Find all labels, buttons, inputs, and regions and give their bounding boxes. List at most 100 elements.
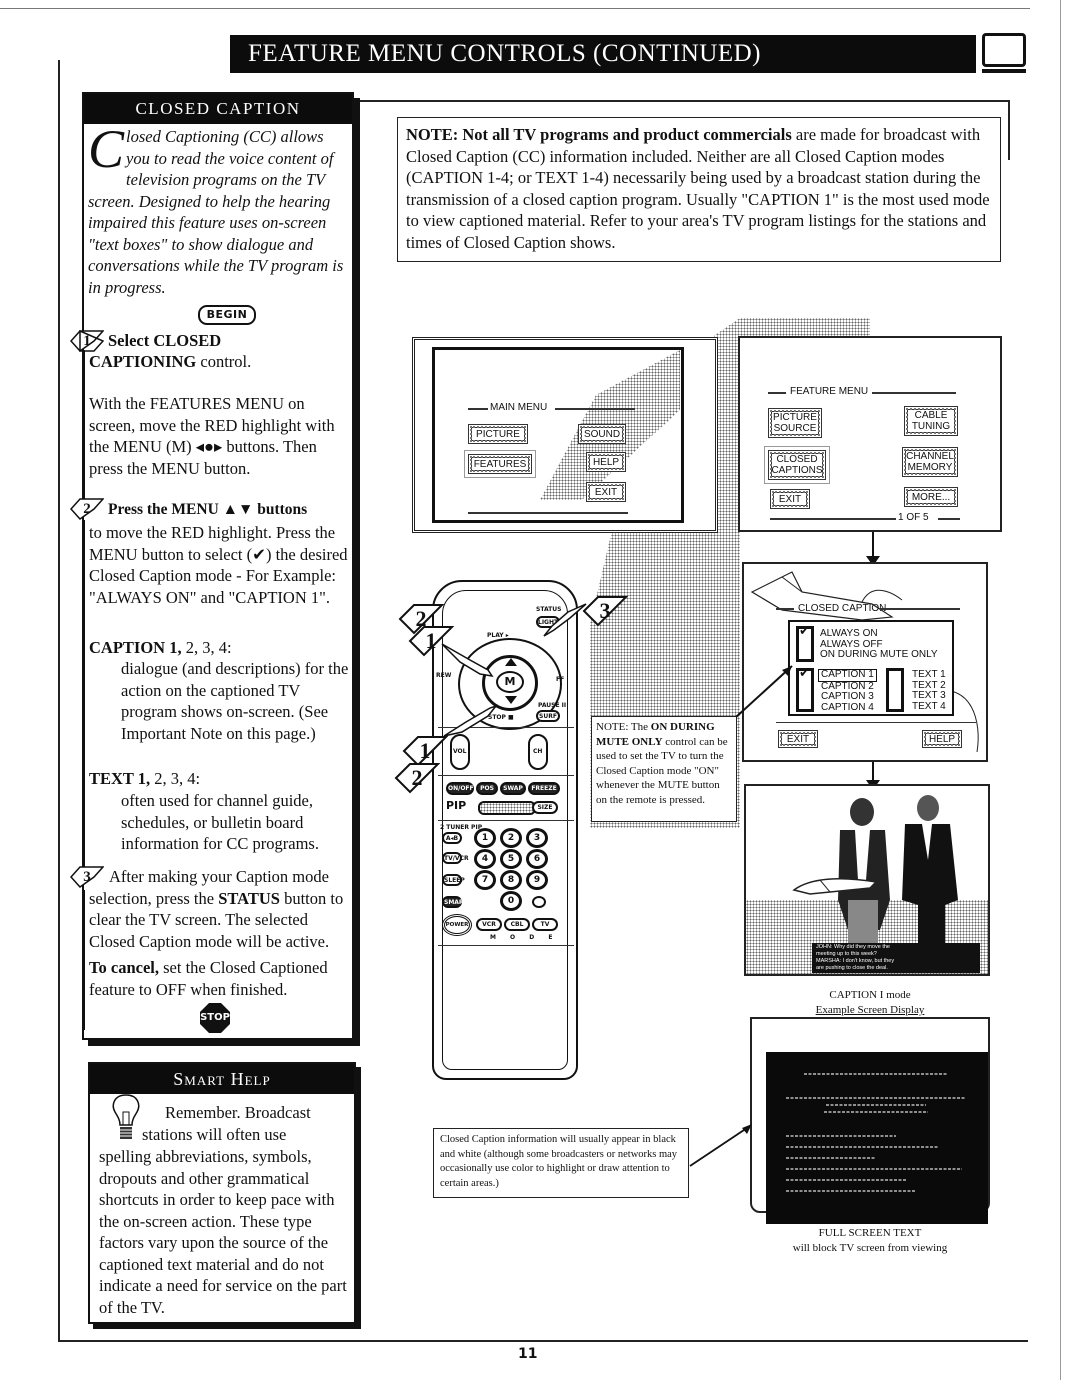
caption-text-box: JOHN: Why did they move the meeting up t… <box>812 943 980 973</box>
option-always-on[interactable]: ALWAYS ON <box>820 628 938 640</box>
pip-size-button[interactable]: SIZE <box>532 801 558 814</box>
pip-slider[interactable] <box>478 801 536 815</box>
extra-round-button[interactable] <box>532 896 546 908</box>
digit-6-button[interactable]: 6 <box>526 849 548 869</box>
intro-text: losed Captioning (CC) allows you to read… <box>88 127 344 297</box>
arrow-down-icon[interactable] <box>505 696 517 704</box>
menu-m-button[interactable]: M <box>496 671 524 693</box>
a-b-button[interactable]: A◂B <box>442 832 462 844</box>
jet-illustration <box>792 878 878 895</box>
closed-caption-help-button[interactable]: HELP <box>922 730 962 748</box>
pointing-hand-icon <box>443 704 499 737</box>
mode-vcr-button[interactable]: VCR <box>476 918 502 931</box>
option-caption-3[interactable]: CAPTION 3 <box>818 691 877 703</box>
cancel-instructions: To cancel, set the Closed Captioned feat… <box>89 958 328 999</box>
text-mode-checkbox[interactable] <box>886 668 904 712</box>
feature-menu-channel-memory-button[interactable]: CHANNEL MEMORY <box>902 447 958 477</box>
step-2-body: to move the RED highlight. Press the MEN… <box>89 523 348 607</box>
pip-pos-button[interactable]: POS <box>476 782 498 795</box>
begin-badge: BEGIN <box>198 305 256 325</box>
pip-freeze-button[interactable]: FREEZE <box>528 782 560 795</box>
feature-menu-exit-button[interactable]: EXIT <box>770 489 810 509</box>
vol-label: VOL <box>453 748 467 755</box>
arrow-up-icon[interactable] <box>505 658 517 666</box>
menu-rule <box>468 512 628 514</box>
closed-caption-exit-button[interactable]: EXIT <box>778 730 818 748</box>
remote-divider <box>438 820 574 821</box>
page-right-rule <box>1060 0 1061 1380</box>
digit-4-button[interactable]: 4 <box>474 849 496 869</box>
closed-caption-intro: C losed Captioning (CC) allows you to re… <box>88 122 350 298</box>
text-mode-options: TEXT 1 TEXT 2 TEXT 3 TEXT 4 <box>912 669 946 713</box>
page-number: 11 <box>518 1346 538 1362</box>
mode-label: M O D E <box>490 934 559 941</box>
main-menu-title: MAIN MENU <box>490 402 548 413</box>
main-menu-help-button[interactable]: HELP <box>586 452 626 472</box>
pointing-hand-icon <box>441 643 494 678</box>
option-caption-4[interactable]: CAPTION 4 <box>818 702 877 714</box>
step-connector-line <box>84 890 85 1030</box>
mode-tv-button[interactable]: TV <box>532 918 558 931</box>
feature-menu-picture-source-button[interactable]: PICTURE SOURCE <box>768 408 822 438</box>
mode-cbl-button[interactable]: CBL <box>504 918 530 931</box>
option-text-3[interactable]: TEXT 3 <box>912 690 946 702</box>
main-menu-picture-button[interactable]: PICTURE <box>468 424 528 444</box>
mute-only-note: NOTE: The ON DURING MUTE ONLY control ca… <box>591 716 737 822</box>
digit-7-button[interactable]: 7 <box>474 870 496 890</box>
pip-swap-button[interactable]: SWAP <box>500 782 526 795</box>
digit-3-button[interactable]: 3 <box>526 828 548 848</box>
ff-label: FF <box>556 676 565 683</box>
menu-rule <box>555 408 635 410</box>
callout-step-2: 2 <box>394 762 441 794</box>
feature-menu-page-indicator: 1 OF 5 <box>898 512 929 523</box>
feature-menu-cable-tuning-button[interactable]: CABLE TUNING <box>904 406 958 436</box>
pointer-line <box>734 665 793 719</box>
smart-help-line2: stations will often use <box>142 1125 287 1144</box>
digit-9-button[interactable]: 9 <box>526 870 548 890</box>
closed-caption-screen-title: CLOSED CAPTION <box>798 603 887 614</box>
digit-2-button[interactable]: 2 <box>500 828 522 848</box>
menu-rule <box>776 608 794 610</box>
surf-button[interactable]: SURF <box>536 710 560 722</box>
main-menu-sound-button[interactable]: SOUND <box>578 424 626 444</box>
sleep-button[interactable]: SLEEP <box>442 874 465 886</box>
step-connector-line <box>84 520 85 870</box>
pip-label: PIP <box>446 799 467 812</box>
smart-button[interactable]: SMART <box>442 896 467 908</box>
digit-1-button[interactable]: 1 <box>474 828 496 848</box>
option-text-1[interactable]: TEXT 1 <box>912 669 946 681</box>
full-screen-text-label: FULL SCREEN TEXT will block TV screen fr… <box>792 1227 948 1254</box>
main-menu-features-button[interactable]: FEATURES <box>468 454 532 474</box>
checkmark-icon: ✔ <box>799 624 810 639</box>
important-note: NOTE: Not all TV programs and product co… <box>397 117 1001 262</box>
pointer-line <box>689 1124 752 1167</box>
main-menu-exit-button[interactable]: EXIT <box>586 482 626 502</box>
power-button[interactable]: POWER <box>442 914 472 936</box>
feature-menu-closed-captions-button[interactable]: CLOSED CAPTIONS <box>768 450 826 480</box>
tv-icon <box>982 33 1026 73</box>
display-mode-options: ALWAYS ON ALWAYS OFF ON DURING MUTE ONLY <box>820 628 938 661</box>
tv-vcr-button[interactable]: TV/VCR <box>442 852 469 864</box>
feature-menu-more-button[interactable]: MORE... <box>904 487 958 507</box>
section-rule-right <box>1008 100 1010 160</box>
menu-rule <box>776 722 976 723</box>
digit-0-button[interactable]: 0 <box>500 891 522 911</box>
pip-on-off-button[interactable]: ON/OFF <box>446 782 474 795</box>
closed-caption-heading: CLOSED CAPTION <box>84 94 352 124</box>
page-title-text: Feature Menu Controls (continued) <box>248 40 762 67</box>
smart-help-body: spelling abbreviations, symbols, dropout… <box>99 1147 347 1317</box>
page-left-rule <box>58 60 60 1340</box>
digit-8-button[interactable]: 8 <box>500 870 522 890</box>
two-tuner-pip-label: 2 TUNER PIP <box>440 824 483 831</box>
section-rule <box>356 100 1010 102</box>
digit-5-button[interactable]: 5 <box>500 849 522 869</box>
option-on-during-mute[interactable]: ON DURING MUTE ONLY <box>820 649 938 661</box>
option-caption-1[interactable]: CAPTION 1 <box>818 669 877 682</box>
step-3-body: After making your Caption mode selection… <box>89 867 344 951</box>
caption-modes-description: dialogue (and descriptions) for the acti… <box>121 659 349 743</box>
remote-divider <box>438 775 574 776</box>
feature-menu-title: FEATURE MENU <box>790 386 869 397</box>
caption-example-label: CAPTION I mode Example Screen Display <box>815 989 925 1016</box>
smart-help-heading: Smart Help <box>90 1064 354 1094</box>
option-text-4[interactable]: TEXT 4 <box>912 701 946 713</box>
